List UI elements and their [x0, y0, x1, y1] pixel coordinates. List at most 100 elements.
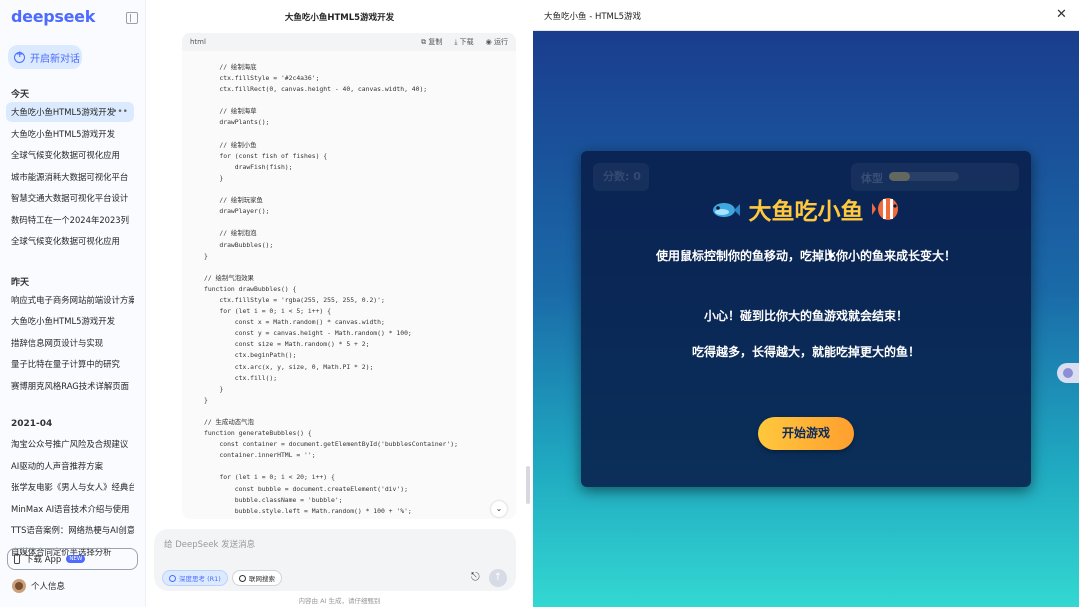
code-line: } [204, 251, 208, 260]
deep-think-toggle[interactable]: 深度思考 (R1) [162, 570, 228, 586]
preview-header: 大鱼吃小鱼 - HTML5游戏 ✕ [533, 0, 1079, 31]
floating-assistant-button[interactable] [1057, 363, 1079, 383]
attach-icon[interactable]: ⎋ [471, 570, 480, 584]
download-app-button[interactable]: 下载 App NEW [7, 548, 138, 570]
code-line: drawPlants(); [204, 118, 270, 127]
code-line: for (let i = 0; i < 5; i++) { [204, 307, 331, 316]
code-block: html ⧉ 复制 ⤓ 下载 ◉ 运行 // 绘制海底 ctx.fillStyl… [182, 33, 516, 519]
preview-title: 大鱼吃小鱼 - HTML5游戏 [544, 12, 642, 22]
history-item-label: TTS语音案例：网络热梗与AI创意 [11, 525, 134, 535]
download-code-label: 下载 [459, 38, 474, 46]
history-group-label: 今天 [11, 90, 30, 100]
history-item-label: MinMax AI语音技术介绍与使用 [11, 503, 130, 514]
history-item[interactable]: 张学友电影《男人与女人》经典台词 [6, 477, 134, 497]
send-button[interactable]: ↑ [489, 569, 507, 587]
history-item[interactable]: 量子比特在量子计算中的研究 [6, 354, 134, 374]
history-item-label: 张学友电影《男人与女人》经典台词 [11, 482, 134, 492]
download-app-label: 下载 App [25, 555, 62, 565]
history-item[interactable]: TTS语音案例：网络热梗与AI创意 [6, 520, 134, 540]
game-canvas[interactable]: 分数: 0 体型 大鱼吃小鱼 使用鼠标控制你的鱼移动，吃掉比你小的鱼来成长变大！… [533, 31, 1079, 607]
history-item[interactable]: 淘宝公众号推广风险及合规建议 [6, 434, 134, 454]
message-input[interactable]: 给 DeepSeek 发送消息 [164, 538, 255, 550]
history-item-label: 措辞信息网页设计与实现 [11, 337, 104, 348]
history-item-label: 赛博朋克风格RAG技术详解页面 [11, 380, 130, 391]
scroll-down-button[interactable]: ⌄ [491, 501, 507, 517]
history-item-label: 全球气候变化数据可视化应用 [11, 150, 120, 160]
code-line: // 绘制泡泡 [204, 229, 257, 238]
history-item-label: 智慧交通大数据可视化平台设计 [11, 193, 129, 203]
history-item[interactable]: 城市能源消耗大数据可视化平台 [6, 167, 134, 187]
history-item-label: 量子比特在量子计算中的研究 [11, 359, 120, 369]
close-icon[interactable]: ✕ [1056, 7, 1067, 22]
history-item-label: 数码特工在一个2024年2023列 [11, 214, 130, 225]
code-line: ctx.fillStyle = 'rgba(255, 255, 255, 0.2… [204, 295, 385, 304]
chat-title: 大鱼吃小鱼HTML5游戏开发 [284, 13, 395, 23]
history-item[interactable]: AI驱动的人声音推荐方案 [6, 456, 134, 476]
globe-icon [239, 574, 246, 582]
deep-think-icon [169, 574, 176, 582]
history-item[interactable]: 全球气候变化数据可视化应用 [6, 231, 134, 251]
history-item[interactable]: 智慧交通大数据可视化平台设计 [6, 188, 134, 208]
code-line: function drawBubbles() { [204, 284, 297, 293]
code-line: drawBubbles(); [204, 240, 274, 249]
history-item-label: 大鱼吃小鱼HTML5游戏开发 [11, 316, 116, 326]
history-item[interactable]: 赛博朋克风格RAG技术详解页面 [6, 376, 134, 396]
copy-button[interactable]: ⧉ 复制 [421, 37, 442, 47]
app-window: deepseek 开启新对话 今天大鱼吃小鱼HTML5游戏开发•••大鱼吃小鱼H… [0, 0, 1079, 607]
history-item[interactable]: 大鱼吃小鱼HTML5游戏开发 [6, 124, 134, 144]
history-item[interactable]: 响应式电子商务网站前端设计方案 [6, 290, 134, 310]
history-item-label: 响应式电子商务网站前端设计方案 [11, 294, 134, 305]
code-content[interactable]: // 绘制海底 ctx.fillStyle = '#2c4a36'; ctx.f… [182, 51, 516, 517]
rule-line-3: 吃得越多，长得越大，就能吃掉更大的鱼！ [691, 345, 920, 359]
run-button[interactable]: ◉ 运行 [486, 37, 508, 47]
chat-scrollbar[interactable] [526, 466, 530, 504]
profile-button[interactable]: 个人信息 [12, 579, 65, 593]
history-item-label: 大鱼吃小鱼HTML5游戏开发 [11, 107, 116, 117]
ai-disclaimer: 内容由 AI 生成，请仔细甄别 [298, 597, 381, 605]
code-line: ctx.fillStyle = '#2c4a36'; [204, 74, 320, 83]
code-line: const x = Math.random() * canvas.width; [204, 318, 385, 327]
code-line: // 绘制玩家鱼 [204, 196, 263, 205]
code-block-header: html ⧉ 复制 ⤓ 下载 ◉ 运行 [182, 33, 516, 51]
history-item[interactable]: MinMax AI语音技术介绍与使用 [6, 499, 134, 519]
collapse-sidebar-icon[interactable] [126, 12, 138, 24]
history-item[interactable]: 全球气候变化数据可视化应用 [6, 145, 134, 165]
profile-label: 个人信息 [31, 582, 66, 592]
chat-panel: 大鱼吃小鱼HTML5游戏开发 html ⧉ 复制 ⤓ 下载 ◉ 运行 // 绘制… [146, 0, 533, 607]
history-item[interactable]: 措辞信息网页设计与实现 [6, 333, 134, 353]
code-line: bubble.style.left = Math.random() * 100 … [204, 506, 412, 515]
start-screen: 分数: 0 体型 大鱼吃小鱼 使用鼠标控制你的鱼移动，吃掉比你小的鱼来成长变大！… [581, 151, 1031, 487]
code-line: // 生成动态气泡 [204, 418, 254, 426]
start-game-button[interactable]: 开始游戏 [758, 417, 854, 450]
more-options-icon[interactable]: ••• [112, 102, 128, 122]
game-title: 大鱼吃小鱼 [748, 199, 864, 225]
deep-think-label: 深度思考 (R1) [179, 575, 221, 583]
deepseek-logo[interactable]: deepseek [11, 7, 95, 26]
new-chat-button[interactable]: 开启新对话 [8, 45, 82, 69]
rule-line-1: 使用鼠标控制你的鱼移动，吃掉比你小的鱼来成长变大！ [655, 249, 956, 263]
code-line: bubble.className = 'bubble'; [204, 495, 343, 504]
code-language: html [190, 38, 206, 46]
code-line: drawFish(fish); [204, 162, 293, 171]
history-item-label: 城市能源消耗大数据可视化平台 [11, 171, 129, 182]
history-item-label: AI驱动的人声音推荐方案 [11, 460, 103, 471]
code-line: for (const fish of fishes) { [204, 151, 328, 160]
history-item[interactable]: 大鱼吃小鱼HTML5游戏开发 ••• [6, 102, 134, 122]
code-line: // 绘制小鱼 [204, 140, 257, 149]
message-input-box: 给 DeepSeek 发送消息 深度思考 (R1) 联网搜索 ⎋ ↑ [154, 529, 516, 591]
code-line: container.innerHTML = ''; [204, 451, 316, 460]
code-line: // 绘制海草 [204, 107, 257, 116]
web-search-toggle[interactable]: 联网搜索 [232, 570, 282, 586]
size-label: 体型 [861, 172, 883, 185]
history-item[interactable]: 大鱼吃小鱼HTML5游戏开发 [6, 311, 134, 331]
run-label: 运行 [494, 38, 508, 46]
size-bar-fill [889, 172, 910, 181]
download-code-button[interactable]: ⤓ 下载 [454, 37, 473, 47]
history-item-label: 大鱼吃小鱼HTML5游戏开发 [11, 128, 116, 139]
history-item[interactable]: 数码特工在一个2024年2023列 [6, 210, 134, 230]
